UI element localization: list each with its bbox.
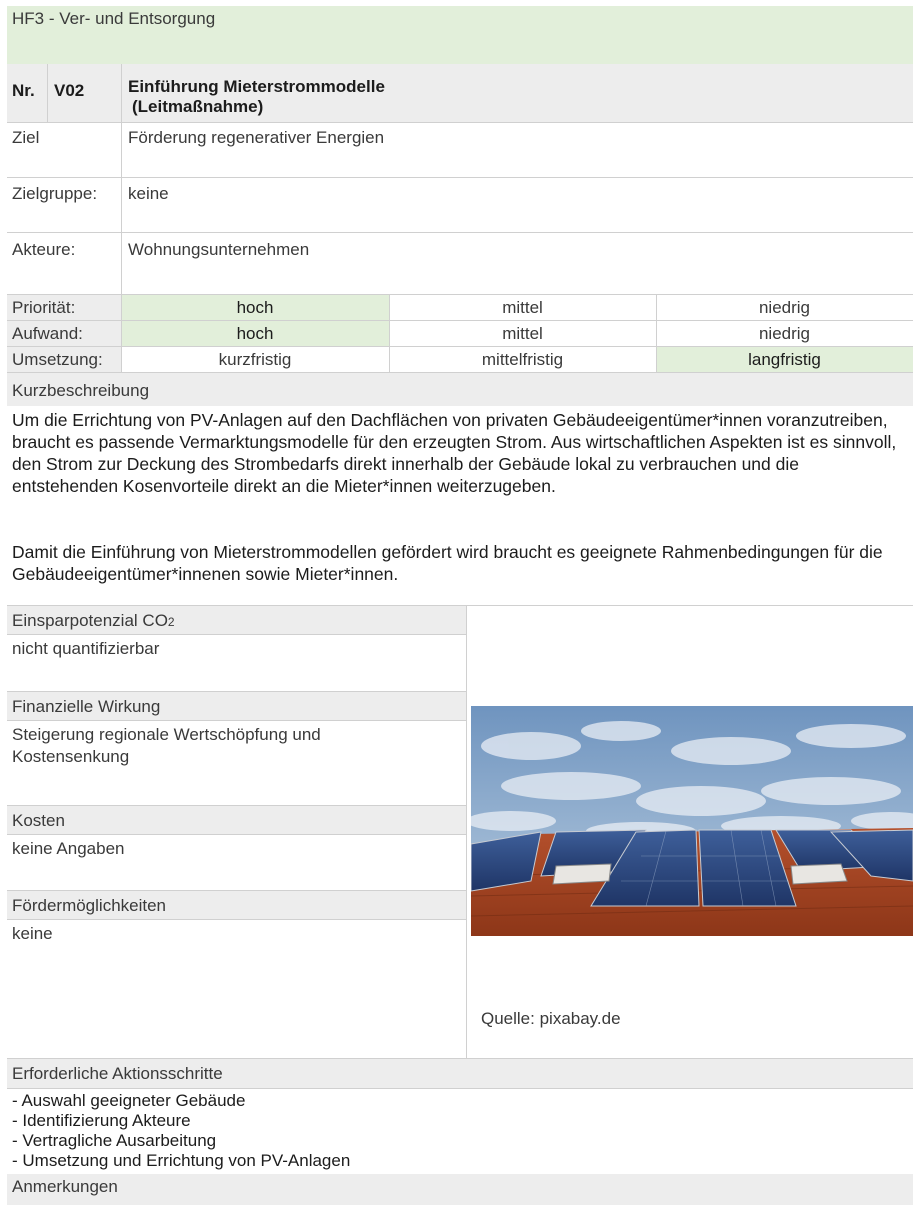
foerder-value: keine [12, 924, 53, 943]
description-paragraph-2: Damit die Einführung von Mieterstrommode… [12, 542, 883, 584]
measure-subtitle: (Leitmaßnahme) [132, 97, 264, 116]
nr-value: V02 [54, 81, 85, 100]
umsetzung-option-kurzfristig: kurzfristig [218, 350, 292, 369]
nr-label: Nr. [12, 81, 35, 100]
akteure-value: Wohnungsunternehmen [128, 240, 310, 259]
kosten-value: keine Angaben [12, 839, 125, 858]
prioritaet-label: Priorität: [12, 298, 76, 317]
description-label: Kurzbeschreibung [12, 381, 150, 400]
prioritaet-option-niedrig: niedrig [758, 298, 811, 317]
umsetzung-label: Umsetzung: [12, 350, 103, 369]
finanz-label: Finanzielle Wirkung [12, 697, 161, 716]
actions-label: Erforderliche Aktionsschritte [12, 1064, 223, 1083]
action-item: - Vertragliche Ausarbeitung [12, 1131, 217, 1150]
zielgruppe-label: Zielgruppe: [12, 184, 98, 203]
umsetzung-option-mittelfristig: mittelfristig [481, 350, 564, 369]
prioritaet-option-hoch: hoch [236, 298, 274, 317]
action-item: - Umsetzung und Errichtung von PV-Anlage… [12, 1151, 351, 1170]
kosten-label: Kosten [12, 811, 65, 830]
aufwand-label: Aufwand: [12, 324, 83, 343]
measure-title: Einführung Mieterstrommodelle [128, 77, 385, 96]
umsetzung-option-langfristig: langfristig [748, 350, 821, 369]
aufwand-option-niedrig: niedrig [758, 324, 811, 343]
finanz-value: Steigerung regionale Wertschöpfung und K… [12, 725, 321, 766]
section-title: HF3 - Ver- und Entsorgung [12, 9, 216, 28]
description-paragraph-1: Um die Errichtung von PV-Anlagen auf den… [12, 410, 897, 496]
aufwand-option-mittel: mittel [502, 324, 543, 343]
remarks-label: Anmerkungen [12, 1177, 118, 1196]
aufwand-option-hoch: hoch [236, 324, 274, 343]
action-item: - Identifizierung Akteure [12, 1111, 191, 1130]
co2-label: Einsparpotenzial CO2 [12, 611, 175, 630]
prioritaet-option-mittel: mittel [502, 298, 543, 317]
action-item: - Auswahl geeigneter Gebäude [12, 1091, 246, 1110]
solar-roof-photo [471, 706, 913, 936]
akteure-label: Akteure: [12, 240, 76, 259]
ziel-label: Ziel [12, 128, 40, 147]
ziel-value: Förderung regenerativer Energien [128, 128, 385, 147]
image-source: Quelle: pixabay.de [481, 1009, 621, 1028]
zielgruppe-value: keine [128, 184, 169, 203]
co2-value: nicht quantifizierbar [12, 639, 160, 658]
foerder-label: Fördermöglichkeiten [12, 896, 167, 915]
